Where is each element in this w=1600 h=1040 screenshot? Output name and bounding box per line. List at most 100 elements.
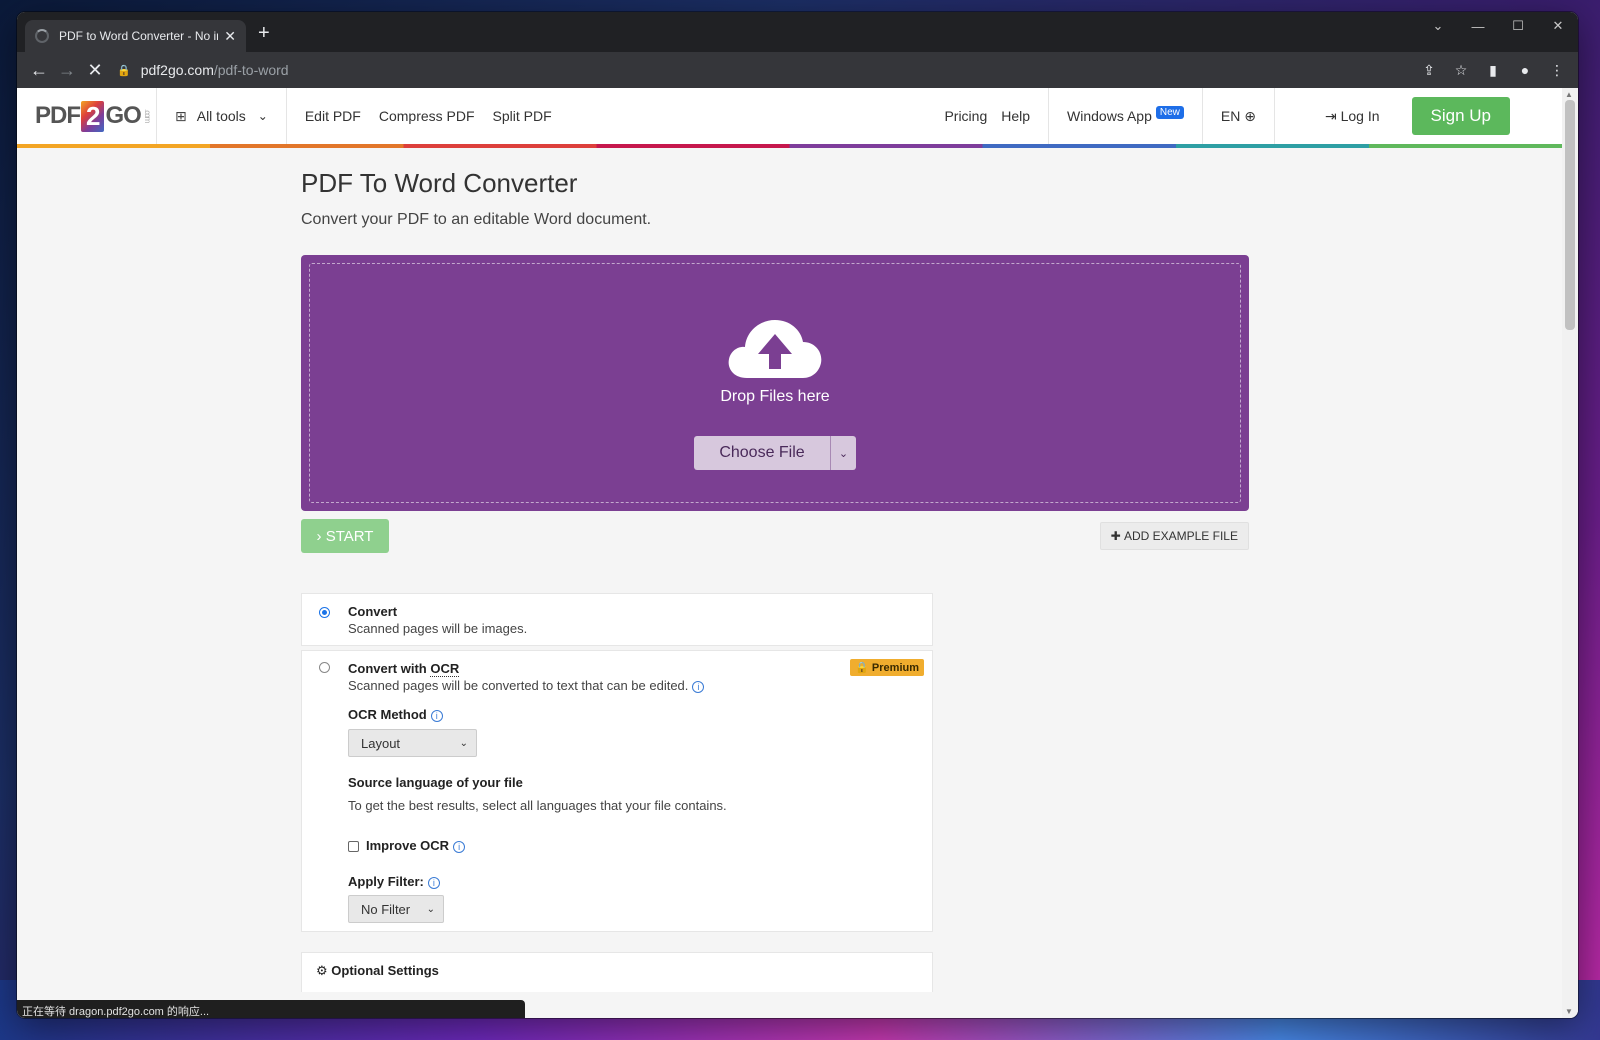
- grid-icon: ⊞: [175, 107, 187, 124]
- choose-file-group: Choose File ⌄: [694, 436, 856, 470]
- language-label: EN: [1220, 107, 1241, 124]
- ocr-method-value: Layout: [361, 735, 401, 751]
- profile-icon[interactable]: ●: [1512, 57, 1538, 83]
- stop-loading-icon[interactable]: ✕: [81, 56, 109, 84]
- info-icon[interactable]: i: [453, 841, 466, 853]
- right-nav: Pricing Help Windows App New EN ⊕ ⇥ Log I…: [926, 88, 1562, 144]
- forward-icon[interactable]: →: [53, 56, 81, 84]
- source-language-desc: To get the best results, select all lang…: [348, 798, 727, 813]
- choose-file-button[interactable]: Choose File: [694, 436, 830, 470]
- start-label: START: [325, 527, 374, 545]
- bookmark-star-icon[interactable]: ☆: [1448, 57, 1474, 83]
- source-language-label: Source language of your file: [348, 775, 523, 790]
- improve-ocr-text: Improve OCR: [366, 838, 450, 853]
- ocr-method-label: OCR Method i: [348, 707, 443, 722]
- convert-radio[interactable]: [319, 607, 330, 618]
- all-tools-dropdown[interactable]: ⊞ All tools ⌄: [157, 88, 287, 144]
- url-path: /pdf-to-word: [213, 62, 289, 78]
- add-example-file-button[interactable]: ✚ ADD EXAMPLE FILE: [1099, 522, 1249, 550]
- back-icon[interactable]: ←: [25, 56, 53, 84]
- page-scrollbar[interactable]: ▲ ▼: [1562, 88, 1578, 1018]
- chevron-right-icon: ›: [316, 527, 326, 545]
- new-badge: New: [1155, 106, 1184, 119]
- all-tools-label: All tools: [196, 108, 246, 124]
- tab-search-icon[interactable]: ⌄: [1418, 12, 1458, 40]
- convert-desc: Scanned pages will be images.: [348, 621, 528, 636]
- add-example-label: ADD EXAMPLE FILE: [1123, 529, 1238, 543]
- scroll-down-icon[interactable]: ▼: [1565, 1007, 1573, 1016]
- login-label: Log In: [1340, 107, 1380, 124]
- window-controls: ⌄ — ☐ ✕: [1418, 12, 1578, 44]
- ocr-title: Convert with OCR: [348, 661, 460, 677]
- lock-icon: 🔒: [855, 662, 869, 674]
- browser-tab[interactable]: PDF to Word Converter - No in ✕: [25, 20, 246, 52]
- logo-suffix: .com: [142, 109, 152, 123]
- ocr-desc: Scanned pages will be converted to text …: [348, 678, 705, 693]
- scrollbar-thumb[interactable]: [1565, 100, 1575, 330]
- nav-help[interactable]: Help: [1001, 108, 1030, 124]
- improve-ocr-checkbox[interactable]: [348, 841, 359, 852]
- optional-settings-panel[interactable]: ⚙ Optional Settings: [301, 952, 933, 992]
- rainbow-divider: [17, 144, 1562, 148]
- chevron-down-icon: ⌄: [459, 737, 468, 749]
- close-window-icon[interactable]: ✕: [1538, 12, 1578, 40]
- chevron-down-icon: ⌄: [426, 903, 435, 915]
- menu-kebab-icon[interactable]: ⋮: [1544, 57, 1570, 83]
- optional-settings-title: ⚙ Optional Settings: [316, 963, 439, 979]
- maximize-icon[interactable]: ☐: [1498, 12, 1538, 40]
- login-link[interactable]: ⇥ Log In: [1275, 108, 1398, 125]
- browser-toolbar: ← → ✕ 🔒 pdf2go.com/pdf-to-word ⇪ ☆ ▮ ● ⋮: [17, 52, 1578, 88]
- file-dropzone[interactable]: Drop Files here Choose File ⌄: [301, 255, 1249, 511]
- premium-badge: 🔒 Premium: [850, 659, 924, 676]
- chevron-down-icon: ⌄: [257, 109, 268, 123]
- page-subtitle: Convert your PDF to an editable Word doc…: [301, 211, 652, 228]
- logo-text-2: 2: [81, 100, 105, 132]
- chevron-down-icon[interactable]: ⌄: [830, 436, 856, 470]
- start-button[interactable]: › START: [301, 519, 389, 553]
- apply-filter-label: Apply Filter: i: [348, 874, 440, 889]
- convert-title: Convert: [348, 604, 398, 619]
- side-panel-icon[interactable]: ▮: [1480, 57, 1506, 83]
- main-nav: Edit PDF Compress PDF Split PDF: [287, 108, 552, 124]
- option-convert-ocr[interactable]: Convert with OCR 🔒 Premium Scanned pages…: [301, 650, 933, 932]
- logo-text-go: GO: [105, 102, 141, 129]
- drop-files-label: Drop Files here: [720, 388, 830, 405]
- globe-icon: ⊕: [1244, 107, 1256, 124]
- pdf2go-logo[interactable]: PDF 2 GO .com: [17, 88, 157, 144]
- web-page: PDF 2 GO .com ⊞ All tools ⌄ Edit PDF Compre…: [17, 88, 1562, 1018]
- apply-filter-value: No Filter: [361, 901, 411, 917]
- premium-label: Premium: [871, 662, 919, 674]
- lock-icon[interactable]: 🔒: [117, 64, 131, 77]
- nav-split-pdf[interactable]: Split PDF: [493, 108, 552, 124]
- minimize-icon[interactable]: —: [1458, 12, 1498, 40]
- ocr-method-select[interactable]: Layout ⌄: [348, 729, 477, 757]
- nav-edit-pdf[interactable]: Edit PDF: [305, 108, 361, 124]
- apply-filter-text: Apply Filter:: [348, 874, 424, 889]
- option-convert[interactable]: Convert Scanned pages will be images.: [301, 593, 933, 646]
- apply-filter-select[interactable]: No Filter ⌄: [348, 895, 444, 923]
- browser-window: PDF to Word Converter - No in ✕ + ⌄ — ☐ …: [17, 12, 1578, 1018]
- info-icon[interactable]: i: [692, 681, 705, 693]
- share-icon[interactable]: ⇪: [1416, 57, 1442, 83]
- close-tab-icon[interactable]: ✕: [224, 28, 236, 45]
- tab-strip: PDF to Word Converter - No in ✕ + ⌄ — ☐ …: [17, 12, 1578, 52]
- info-icon[interactable]: i: [430, 710, 443, 722]
- url-host: pdf2go.com: [140, 62, 214, 78]
- scroll-up-icon[interactable]: ▲: [1565, 90, 1573, 99]
- loading-spinner-icon: [35, 29, 49, 43]
- gears-icon: ⚙: [316, 963, 328, 978]
- new-tab-icon[interactable]: +: [258, 23, 270, 43]
- nav-pricing[interactable]: Pricing: [944, 108, 987, 124]
- language-selector[interactable]: EN ⊕: [1221, 108, 1256, 125]
- site-header: PDF 2 GO .com ⊞ All tools ⌄ Edit PDF Compre…: [17, 88, 1562, 144]
- ocr-radio[interactable]: [319, 662, 330, 673]
- info-icon[interactable]: i: [427, 877, 440, 889]
- plus-icon: ✚: [1110, 529, 1124, 543]
- logo-text-pdf: PDF: [35, 102, 81, 129]
- nav-compress-pdf[interactable]: Compress PDF: [379, 108, 475, 124]
- address-bar[interactable]: 🔒 pdf2go.com/pdf-to-word: [117, 56, 1404, 84]
- nav-windows-app[interactable]: Windows App New: [1067, 106, 1184, 124]
- signup-button[interactable]: Sign Up: [1411, 97, 1510, 135]
- page-title: PDF To Word Converter: [301, 168, 578, 198]
- ocr-desc-text: Scanned pages will be converted to text …: [348, 678, 689, 693]
